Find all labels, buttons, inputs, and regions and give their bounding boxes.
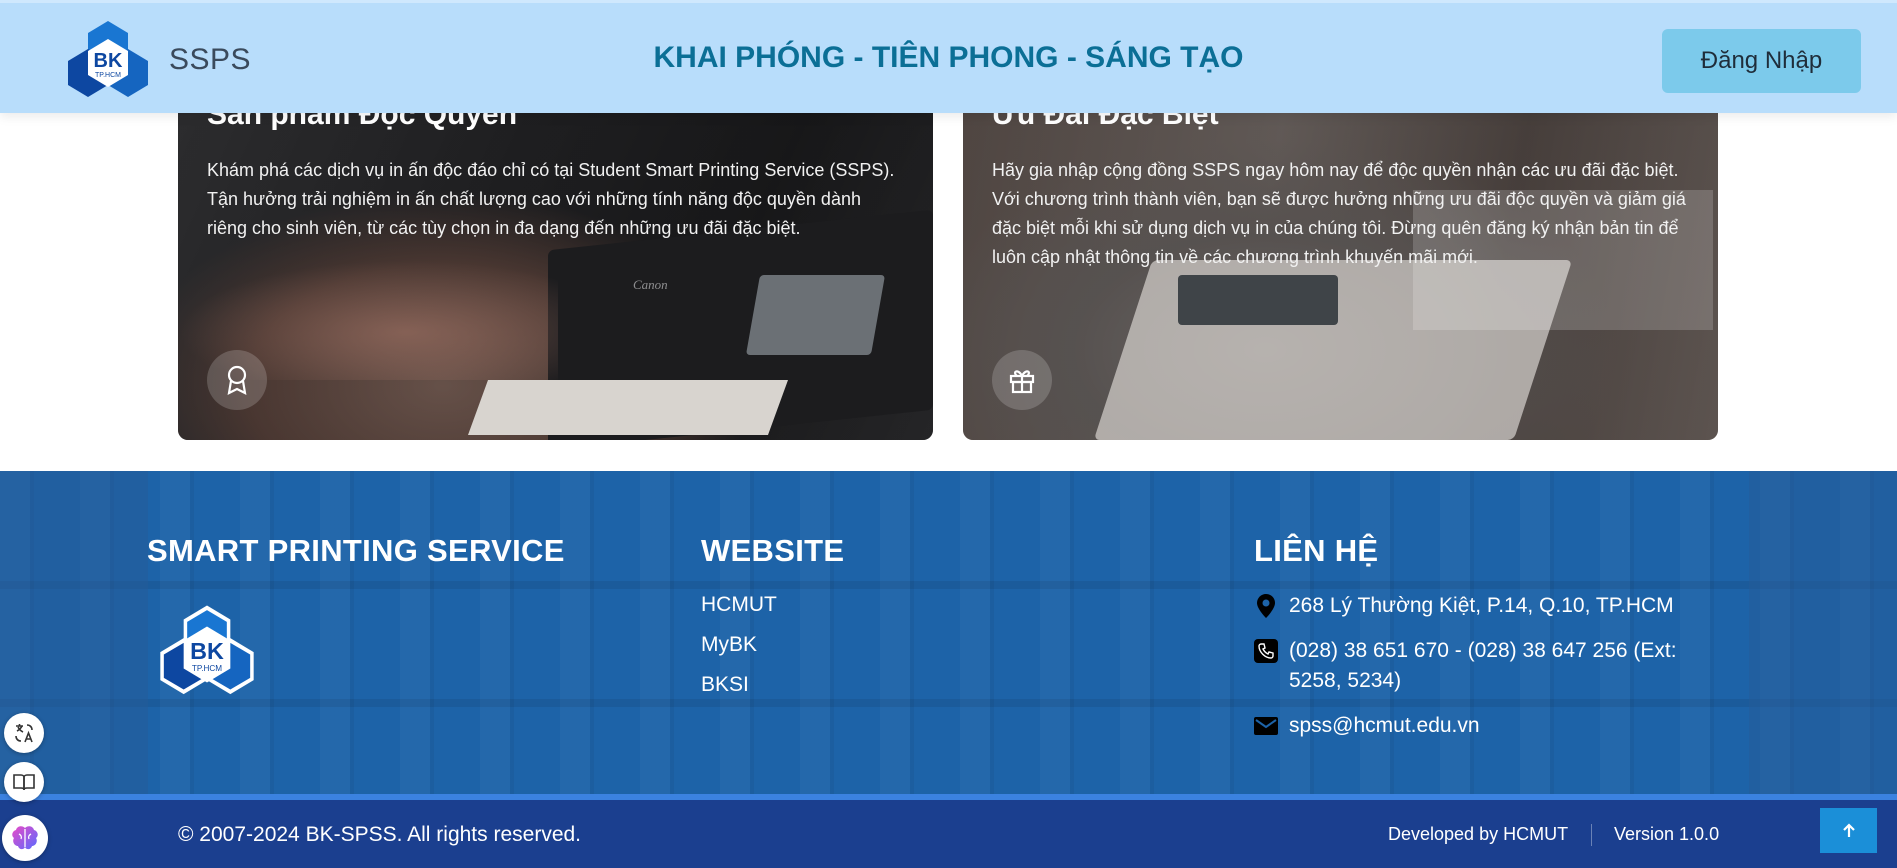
phone-icon: [1254, 639, 1278, 663]
card-exclusive-products: Canon Sản phẩm Độc Quyền Khám phá các dị…: [178, 80, 933, 440]
card-description: Hãy gia nhập cộng đồng SSPS ngay hôm nay…: [992, 160, 1686, 267]
footer-separator: [1591, 824, 1592, 846]
contact-phone: (028) 38 651 670 - (028) 38 647 256 (Ext…: [1254, 636, 1724, 696]
ai-assistant-button[interactable]: [2, 815, 48, 861]
footer-logo-subtext: TP.HCM: [192, 664, 222, 673]
footer-bottom-bar: © 2007-2024 BK-SPSS. All rights reserved…: [0, 800, 1897, 868]
footer-link-hcmut[interactable]: HCMUT: [701, 593, 777, 617]
slogan: KHAI PHÓNG - TIÊN PHONG - SÁNG TẠO: [653, 41, 1244, 74]
footer-logo-text: BK: [190, 638, 224, 664]
site-footer: SMART PRINTING SERVICE BK TP.HCM WEBSITE…: [0, 471, 1897, 868]
printer-brand-label: Canon: [633, 277, 668, 292]
footer-title-service: SMART PRINTING SERVICE: [147, 533, 565, 568]
site-header: BK TP.HCM SSPS KHAI PHÓNG - TIÊN PHONG -…: [0, 0, 1897, 113]
developed-by-text: Developed by HCMUT: [1388, 824, 1569, 844]
copyright-text: © 2007-2024 BK-SPSS. All rights reserved…: [178, 823, 582, 846]
version-text: Version 1.0.0: [1614, 824, 1720, 844]
footer-logo: BK TP.HCM: [158, 603, 256, 699]
gift-icon: [992, 350, 1052, 410]
login-button[interactable]: Đăng Nhập: [1662, 29, 1861, 93]
footer-title-contact: LIÊN HỆ: [1254, 533, 1379, 568]
footer-link-bksi[interactable]: BKSI: [701, 673, 749, 697]
location-pin-icon: [1254, 594, 1278, 618]
contact-address: 268 Lý Thường Kiệt, P.14, Q.10, TP.HCM: [1254, 591, 1694, 621]
translate-button[interactable]: [4, 713, 44, 753]
book-icon: [13, 774, 35, 791]
card-description: Khám phá các dịch vụ in ấn độc đáo chỉ c…: [207, 160, 895, 238]
brain-icon: [12, 826, 38, 850]
award-icon: [207, 350, 267, 410]
scroll-to-top-button[interactable]: [1820, 808, 1877, 853]
address-text: 268 Lý Thường Kiệt, P.14, Q.10, TP.HCM: [1289, 594, 1674, 617]
reader-button[interactable]: [4, 762, 44, 802]
logo-text: BK: [94, 50, 123, 72]
phone-text: (028) 38 651 670 - (028) 38 647 256 (Ext…: [1289, 639, 1677, 692]
contact-email: spss@hcmut.edu.vn: [1254, 711, 1694, 741]
email-text[interactable]: spss@hcmut.edu.vn: [1289, 711, 1480, 741]
bk-logo[interactable]: BK TP.HCM: [66, 19, 150, 101]
logo-subtext: TP.HCM: [95, 72, 121, 79]
translate-icon: [15, 724, 33, 743]
card-background-image: Canon: [178, 80, 933, 440]
mail-icon: [1254, 714, 1278, 738]
footer-title-website: WEBSITE: [701, 533, 845, 568]
footer-link-mybk[interactable]: MyBK: [701, 633, 757, 657]
arrow-up-icon: [1842, 822, 1855, 837]
card-special-offers: Ưu Đãi Đặc Biệt Hãy gia nhập cộng đồng S…: [963, 80, 1718, 440]
brand-name[interactable]: SSPS: [169, 43, 251, 77]
